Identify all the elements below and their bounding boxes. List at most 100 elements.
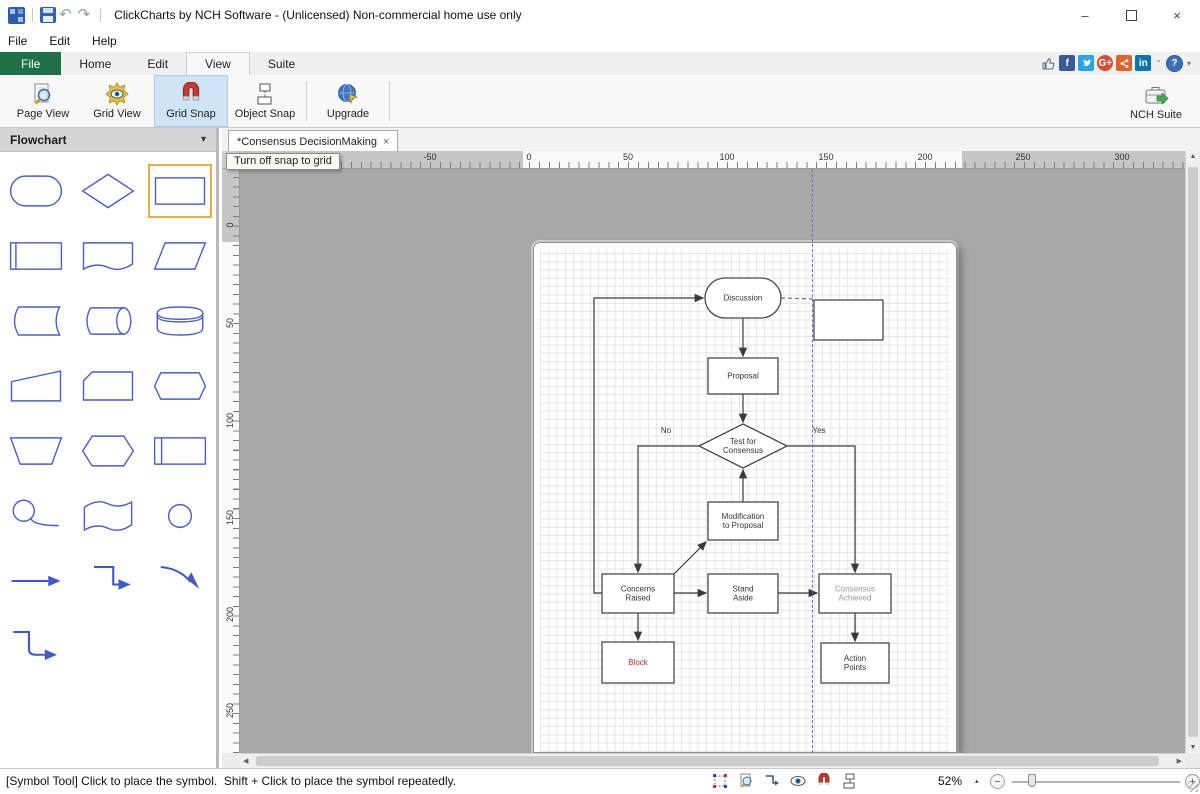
- tab-edit[interactable]: Edit: [129, 52, 186, 75]
- document-page[interactable]: Discussion Proposal Test forConsensus Modif…: [533, 242, 957, 753]
- scroll-up-icon[interactable]: ▲: [1186, 153, 1200, 160]
- flow-node-proposal[interactable]: Proposal: [708, 358, 778, 394]
- save-icon[interactable]: [40, 7, 56, 23]
- flow-node-test-for-consensus[interactable]: Test forConsensus: [699, 424, 787, 468]
- shape-flag[interactable]: [72, 483, 144, 548]
- selection-tool-icon[interactable]: [712, 773, 728, 789]
- page-view-button[interactable]: Page View: [6, 75, 80, 127]
- connector-tool-icon[interactable]: [764, 773, 780, 789]
- minimize-button[interactable]: –: [1062, 0, 1108, 30]
- help-icon[interactable]: ?: [1166, 55, 1183, 72]
- shape-data[interactable]: [144, 223, 216, 288]
- flow-node-modification-to-proposal[interactable]: Modificationto Proposal: [708, 502, 778, 540]
- zoom-slider-track[interactable]: [1012, 781, 1180, 783]
- zoom-level[interactable]: 52%: [938, 774, 962, 788]
- collapse-toolbar-icon[interactable]: ⌃: [1155, 59, 1162, 68]
- divider: [100, 8, 101, 22]
- shape-process[interactable]: [144, 158, 216, 223]
- vertical-scrollbar[interactable]: ▲ ▼: [1185, 151, 1200, 753]
- object-snap-button[interactable]: Object Snap: [228, 75, 302, 127]
- card-icon: [80, 366, 136, 406]
- tab-home[interactable]: Home: [61, 52, 129, 75]
- social-icons: f G+ in ⌃? ▾: [1040, 53, 1192, 73]
- scroll-down-icon[interactable]: ▼: [1186, 744, 1200, 751]
- tab-close-icon[interactable]: ×: [383, 136, 389, 148]
- flowchart: Discussion Proposal Test forConsensus Modif…: [534, 243, 958, 753]
- grid-visibility-icon[interactable]: [790, 773, 806, 789]
- shape-document[interactable]: [72, 223, 144, 288]
- flow-node-discussion[interactable]: Discussion: [705, 278, 781, 318]
- flow-node-consensus-achieved[interactable]: ConsensusAchieved: [819, 574, 891, 613]
- menu-help[interactable]: Help: [92, 34, 117, 48]
- flow-node-action-points[interactable]: ActionPoints: [821, 643, 889, 683]
- maximize-button[interactable]: [1108, 0, 1154, 30]
- horizontal-scroll-thumb[interactable]: [256, 756, 1159, 766]
- tab-suite[interactable]: Suite: [250, 52, 313, 75]
- grid-snap-status-icon[interactable]: [816, 773, 832, 789]
- flow-node-blank-box[interactable]: [814, 300, 883, 340]
- flow-node-block[interactable]: Block: [602, 642, 674, 683]
- object-snap-status-icon[interactable]: [842, 773, 858, 789]
- zoom-out-button[interactable]: −: [990, 774, 1005, 789]
- shape-palette-panel: Flowchart ▾: [0, 128, 219, 768]
- flow-connector[interactable]: [638, 446, 699, 572]
- display-icon: [152, 366, 208, 406]
- shape-direct-access-storage[interactable]: [72, 288, 144, 353]
- shape-arrow-elbow[interactable]: [72, 548, 144, 613]
- zoom-caret-icon[interactable]: ▴: [975, 777, 979, 785]
- shape-arrow-curved[interactable]: [144, 548, 216, 613]
- resize-grip[interactable]: [1188, 782, 1198, 792]
- undo-icon[interactable]: ↶: [59, 7, 72, 23]
- page-view-label: Page View: [17, 108, 69, 120]
- shape-decision[interactable]: [72, 158, 144, 223]
- scroll-right-icon[interactable]: ▶: [1177, 754, 1182, 768]
- menu-file[interactable]: File: [8, 34, 27, 48]
- zoom-slider-thumb[interactable]: [1028, 774, 1036, 787]
- scroll-left-icon[interactable]: ◀: [243, 754, 248, 768]
- redo-icon[interactable]: ↷: [78, 7, 91, 23]
- shape-display[interactable]: [144, 353, 216, 418]
- menu-edit[interactable]: Edit: [49, 34, 70, 48]
- grid-snap-button[interactable]: Grid Snap: [154, 75, 228, 127]
- googleplus-icon[interactable]: G+: [1097, 55, 1113, 71]
- horizontal-scrollbar[interactable]: ◀ ▶: [240, 753, 1185, 768]
- flow-connector[interactable]: [781, 298, 814, 299]
- flow-connector[interactable]: [674, 542, 706, 574]
- shape-preparation[interactable]: [72, 418, 144, 483]
- page-zoom-icon[interactable]: [738, 773, 754, 789]
- upgrade-button[interactable]: Upgrade: [311, 75, 385, 127]
- shape-database-drum[interactable]: [144, 288, 216, 353]
- shape-arrow-elbow-2[interactable]: [0, 613, 72, 678]
- shape-manual-input[interactable]: [0, 353, 72, 418]
- like-icon[interactable]: [1040, 55, 1056, 71]
- shape-connector[interactable]: [144, 483, 216, 548]
- close-button[interactable]: ×: [1154, 0, 1200, 30]
- shape-loop-connector[interactable]: [0, 483, 72, 548]
- tooltip: Turn off snap to grid: [226, 153, 340, 170]
- twitter-icon[interactable]: [1078, 55, 1094, 71]
- tab-view[interactable]: View: [186, 52, 250, 75]
- flow-node-concerns-raised[interactable]: ConcernsRaised: [602, 574, 674, 613]
- nch-suite-button[interactable]: NCH Suite: [1118, 75, 1194, 128]
- flow-node-stand-aside[interactable]: StandAside: [708, 574, 778, 613]
- flow-connector[interactable]: [787, 446, 855, 572]
- tab-file[interactable]: File: [0, 52, 61, 75]
- linkedin-icon[interactable]: in: [1135, 55, 1151, 71]
- grid-view-button[interactable]: Grid View: [80, 75, 154, 127]
- vertical-scroll-thumb[interactable]: [1188, 167, 1198, 737]
- share-icon[interactable]: [1116, 55, 1132, 71]
- drawing-canvas[interactable]: Discussion Proposal Test forConsensus Modif…: [240, 169, 1185, 753]
- vruler-label: 200: [225, 608, 235, 622]
- shape-manual-operation[interactable]: [0, 418, 72, 483]
- document-tab[interactable]: *Consensus DecisionMaking ×: [228, 130, 398, 152]
- shape-predefined-process[interactable]: [0, 223, 72, 288]
- facebook-icon[interactable]: f: [1059, 55, 1075, 71]
- help-dropdown-icon[interactable]: ▾: [1187, 59, 1191, 68]
- shape-internal-storage[interactable]: [144, 418, 216, 483]
- shape-set-selector[interactable]: Flowchart ▾: [0, 128, 216, 152]
- shape-card[interactable]: [72, 353, 144, 418]
- shape-arrow-straight[interactable]: [0, 548, 72, 613]
- shape-terminator[interactable]: [0, 158, 72, 223]
- title-bar: ↶ ↷ ClickCharts by NCH Software - (Unlic…: [0, 0, 1200, 30]
- shape-stored-data[interactable]: [0, 288, 72, 353]
